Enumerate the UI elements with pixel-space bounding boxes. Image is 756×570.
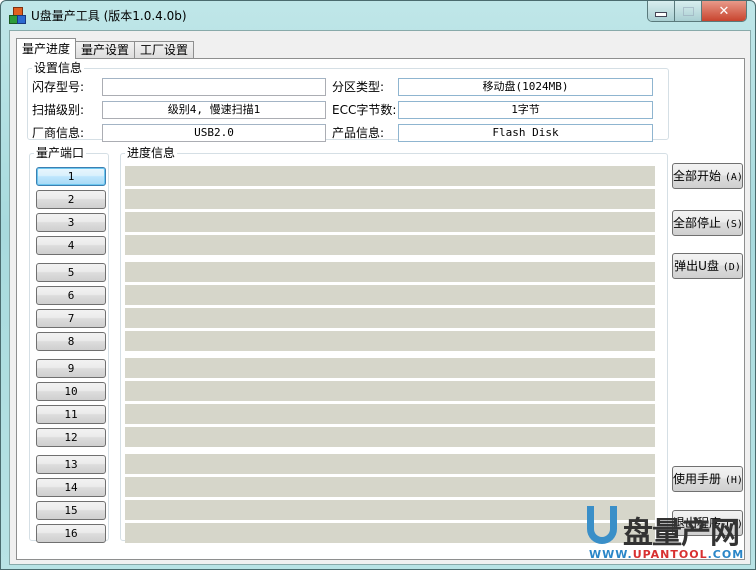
settings-info-legend: 设置信息 xyxy=(34,61,83,75)
port-button-11[interactable]: 11 xyxy=(36,405,106,424)
stop-all-key: (S) xyxy=(724,219,743,230)
progress-bar-6 xyxy=(125,285,655,305)
title-bar[interactable]: U盘量产工具 (版本1.0.4.0b) ✕ xyxy=(1,1,755,29)
port-button-16[interactable]: 16 xyxy=(36,524,106,543)
product-info-label: 产品信息: xyxy=(332,126,385,140)
maximize-icon xyxy=(682,6,694,16)
manual-label: 使用手册 xyxy=(673,472,722,486)
tab-bar: 量产进度 量产设置 工厂设置 xyxy=(16,38,195,59)
exit-key: (X) xyxy=(724,519,743,530)
tab-production-settings[interactable]: 量产设置 xyxy=(75,41,136,59)
port-button-2[interactable]: 2 xyxy=(36,190,106,209)
progress-bar-13 xyxy=(125,454,655,474)
progress-bar-12 xyxy=(125,427,655,447)
progress-bar-11 xyxy=(125,404,655,424)
partition-type-field: 移动盘(1024MB) xyxy=(398,78,653,96)
start-all-button[interactable]: 全部开始 (A) xyxy=(672,163,743,189)
port-button-13[interactable]: 13 xyxy=(36,455,106,474)
maximize-button[interactable] xyxy=(675,1,702,21)
settings-info-group: 设置信息 闪存型号: 扫描级别: 级别4, 慢速扫描1 厂商信息: USB2.0… xyxy=(27,61,669,142)
port-button-10[interactable]: 10 xyxy=(36,382,106,401)
minimize-icon xyxy=(655,11,667,17)
close-icon: ✕ xyxy=(718,3,730,19)
eject-key: (D) xyxy=(722,262,741,273)
port-button-12[interactable]: 12 xyxy=(36,428,106,447)
partition-type-label: 分区类型: xyxy=(332,80,385,94)
start-all-key: (A) xyxy=(724,172,743,183)
stop-all-label: 全部停止 xyxy=(673,216,722,230)
tab-factory-settings[interactable]: 工厂设置 xyxy=(134,41,195,59)
progress-bar-2 xyxy=(125,189,655,209)
port-button-5[interactable]: 5 xyxy=(36,263,106,282)
vendor-info-label: 厂商信息: xyxy=(32,126,85,140)
port-button-4[interactable]: 4 xyxy=(36,236,106,255)
tab-production-progress[interactable]: 量产进度 xyxy=(16,38,77,59)
port-button-14[interactable]: 14 xyxy=(36,478,106,497)
port-button-9[interactable]: 9 xyxy=(36,359,106,378)
user-manual-button[interactable]: 使用手册 (H) xyxy=(672,466,743,492)
progress-bar-10 xyxy=(125,381,655,401)
tab-page-progress: 设置信息 闪存型号: 扫描级别: 级别4, 慢速扫描1 厂商信息: USB2.0… xyxy=(16,58,745,560)
progress-group: 进度信息 xyxy=(120,146,668,543)
progress-bar-16 xyxy=(125,523,655,543)
scan-level-label: 扫描级别: xyxy=(32,103,85,117)
port-button-3[interactable]: 3 xyxy=(36,213,106,232)
progress-legend: 进度信息 xyxy=(127,146,176,160)
flash-model-label: 闪存型号: xyxy=(32,80,85,94)
client-area: 量产进度 量产设置 工厂设置 设置信息 闪存型号: 扫描级别: 级别4, 慢速扫… xyxy=(9,30,751,565)
ecc-bytes-label: ECC字节数: xyxy=(332,103,397,117)
manual-key: (H) xyxy=(724,475,743,486)
port-button-7[interactable]: 7 xyxy=(36,309,106,328)
progress-bar-4 xyxy=(125,235,655,255)
product-info-field: Flash Disk xyxy=(398,124,653,142)
scan-level-field: 级别4, 慢速扫描1 xyxy=(102,101,326,119)
progress-bar-3 xyxy=(125,212,655,232)
progress-bar-15 xyxy=(125,500,655,520)
app-icon xyxy=(9,7,26,24)
port-button-15[interactable]: 15 xyxy=(36,501,106,520)
port-button-6[interactable]: 6 xyxy=(36,286,106,305)
port-button-8[interactable]: 8 xyxy=(36,332,106,351)
window-title: U盘量产工具 (版本1.0.4.0b) xyxy=(31,9,187,23)
ports-legend: 量产端口 xyxy=(36,146,85,160)
progress-bar-5 xyxy=(125,262,655,282)
progress-bar-7 xyxy=(125,308,655,328)
ports-group: 量产端口 1 2 3 4 5 6 7 8 9 10 11 12 13 14 15 16 xyxy=(29,146,109,543)
eject-label: 弹出U盘 xyxy=(674,259,719,273)
ecc-bytes-field: 1字节 xyxy=(398,101,653,119)
progress-bar-9 xyxy=(125,358,655,378)
exit-label: 退出程序 xyxy=(673,516,722,530)
exit-button[interactable]: 退出程序 (X) xyxy=(672,510,743,536)
vendor-info-field: USB2.0 xyxy=(102,124,326,142)
minimize-button[interactable] xyxy=(648,1,675,21)
eject-usb-button[interactable]: 弹出U盘 (D) xyxy=(672,253,743,279)
start-all-label: 全部开始 xyxy=(673,169,722,183)
progress-bar-1 xyxy=(125,166,655,186)
main-window: U盘量产工具 (版本1.0.4.0b) ✕ 量产进度 量产设置 工厂设置 设置信… xyxy=(0,0,756,570)
flash-model-field xyxy=(102,78,326,96)
port-button-1[interactable]: 1 xyxy=(36,167,106,186)
stop-all-button[interactable]: 全部停止 (S) xyxy=(672,210,743,236)
window-controls: ✕ xyxy=(647,1,747,22)
progress-bar-14 xyxy=(125,477,655,497)
progress-bar-8 xyxy=(125,331,655,351)
close-button[interactable]: ✕ xyxy=(702,1,746,21)
